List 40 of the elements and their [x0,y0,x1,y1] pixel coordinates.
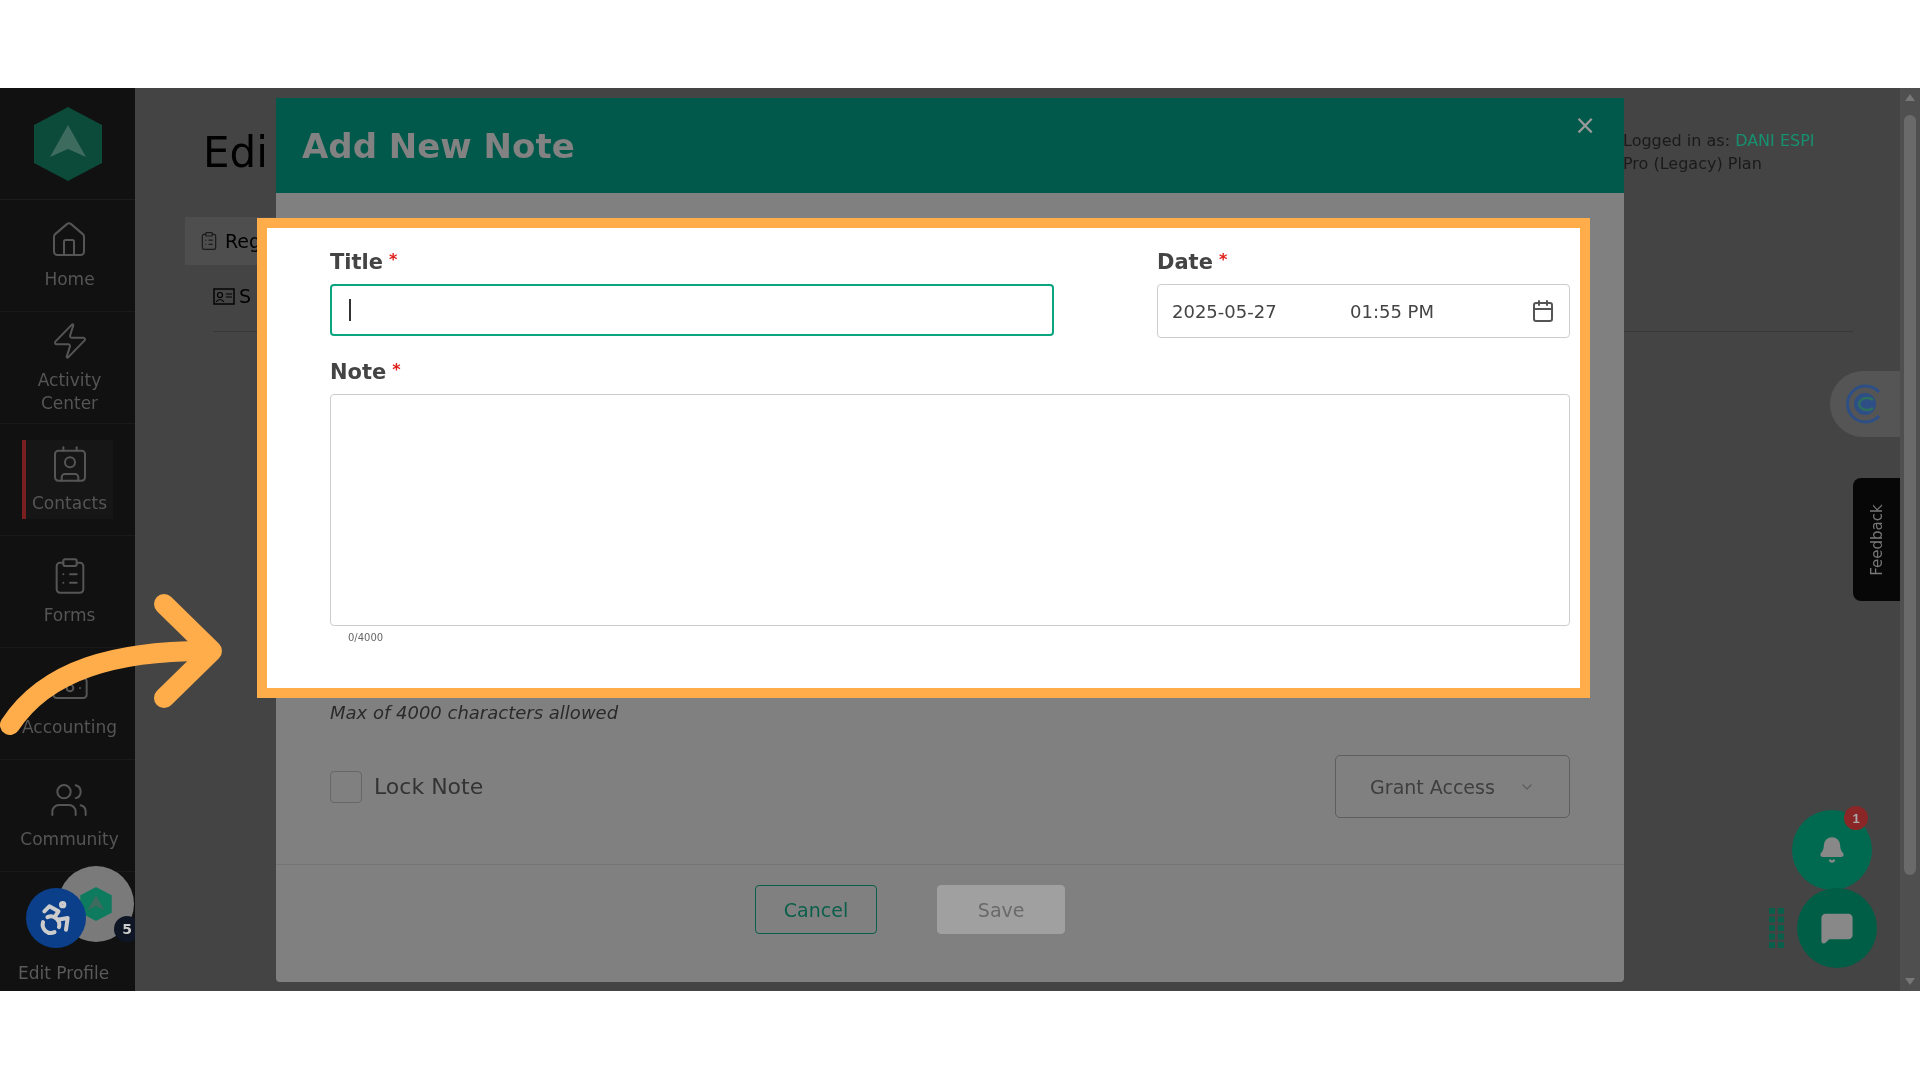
chat-icon [1820,911,1854,945]
required-mark: * [1218,250,1228,271]
scroll-down-icon [1905,978,1915,985]
grant-access-dropdown[interactable]: Grant Access [1335,755,1570,818]
required-mark: * [392,360,401,381]
field-label: Title * [330,250,399,274]
sidebar-item[interactable]: Forms [33,552,102,631]
sidebar-item[interactable]: Edit Profile [18,963,110,983]
section-label: S [239,285,252,307]
character-counter: 0/4000 [348,632,385,643]
cancel-button[interactable]: Cancel [754,885,878,934]
sidebar-item[interactable]: Accounting [12,664,123,743]
bell-icon [1818,836,1846,864]
page-title: Edi [203,128,268,177]
calendar-icon [1531,299,1555,323]
logo-icon [79,886,113,922]
required-mark: * [389,250,398,271]
lock-note-checkbox[interactable]: Lock Note [330,770,484,803]
scroll-up-icon [1905,94,1915,101]
sidebar-item[interactable]: Home [34,216,101,295]
logo-icon [31,104,104,183]
field-label: Note * [330,360,402,384]
scrollbar-thumb[interactable] [1904,115,1916,875]
sidebar-item[interactable]: Contacts [22,440,113,519]
clipboard-icon [199,231,219,251]
accessibility-button[interactable] [26,888,86,948]
drag-handle-icon [1769,908,1785,948]
title-input[interactable] [330,284,1054,336]
hint-text: Max of 4000 characters allowed [330,702,620,723]
sidebar-item[interactable]: Community [10,776,125,855]
sidebar-item[interactable]: Activity Center [0,317,135,418]
date-input[interactable]: 2025-05-27 01:55 PM [1157,284,1570,338]
text-cursor [349,299,351,321]
id-card-icon [213,287,235,305]
user-link[interactable]: DANI ESPI [1735,131,1815,150]
close-button[interactable]: × [1574,112,1596,138]
dialog-title: Add New Note [302,125,575,166]
feedback-tab[interactable]: Feedback [1853,478,1900,601]
field-label: Date * [1157,250,1229,274]
count-badge: 1 [1844,806,1868,830]
